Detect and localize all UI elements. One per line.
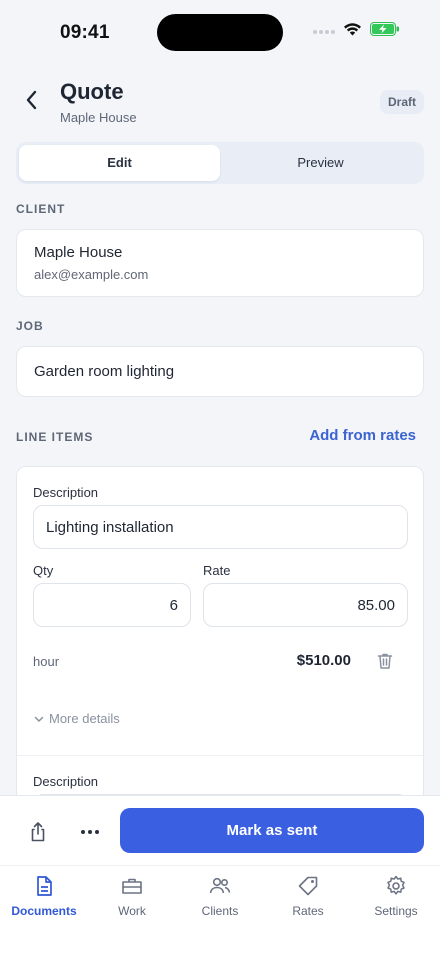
- description-input[interactable]: Lighting installation: [33, 505, 408, 549]
- line-items-section-label: LINE ITEMS: [16, 430, 94, 444]
- client-section-label: CLIENT: [16, 202, 66, 216]
- status-time: 09:41: [60, 22, 110, 43]
- add-from-rates-link[interactable]: Add from rates: [309, 427, 416, 444]
- tab-clients-label: Clients: [201, 904, 239, 918]
- more-details-label: More details: [49, 711, 120, 726]
- back-button[interactable]: [18, 86, 46, 114]
- page-subtitle: Maple House: [60, 110, 137, 125]
- tab-bar: Documents Work Clients Rates Settings: [0, 865, 440, 956]
- tab-work-label: Work: [118, 904, 146, 918]
- document-icon: [37, 876, 52, 896]
- tab-edit[interactable]: Edit: [19, 145, 220, 181]
- tag-icon: [298, 876, 318, 896]
- tab-preview[interactable]: Preview: [220, 145, 421, 181]
- job-section-label: JOB: [16, 319, 44, 333]
- tab-clients[interactable]: Clients: [176, 874, 264, 918]
- tab-settings[interactable]: Settings: [352, 874, 440, 918]
- mark-as-sent-button[interactable]: Mark as sent: [120, 808, 424, 853]
- tab-rates-label: Rates: [292, 904, 324, 918]
- more-details-toggle[interactable]: More details: [33, 711, 120, 726]
- page-title: Quote: [60, 79, 124, 104]
- tab-settings-label: Settings: [374, 904, 418, 918]
- chevron-down-icon: [34, 716, 44, 722]
- share-icon[interactable]: [26, 820, 50, 844]
- job-field[interactable]: Garden room lighting: [16, 346, 424, 397]
- qty-input[interactable]: 6: [33, 583, 191, 627]
- status-badge: Draft: [379, 90, 424, 114]
- tab-documents[interactable]: Documents: [0, 874, 88, 918]
- unit-label: hour: [33, 654, 60, 669]
- signal-icon: [313, 23, 335, 41]
- description-label: Description: [33, 485, 99, 500]
- line-total: $510.00: [296, 652, 351, 669]
- users-icon: [209, 877, 231, 894]
- status-icons: [313, 22, 400, 41]
- dynamic-island: [157, 14, 283, 51]
- briefcase-icon: [122, 878, 142, 894]
- tab-work[interactable]: Work: [88, 874, 176, 918]
- tab-rates[interactable]: Rates: [264, 874, 352, 918]
- tab-documents-label: Documents: [11, 904, 77, 918]
- action-bar: Mark as sent: [0, 795, 440, 865]
- item-divider: [17, 755, 423, 756]
- battery-charging-icon: [370, 22, 400, 41]
- chevron-left-icon: [26, 90, 37, 110]
- qty-label: Qty: [33, 563, 54, 578]
- edit-preview-segmented-control: Edit Preview: [16, 142, 424, 184]
- status-bar: 09:41: [0, 0, 440, 64]
- description-label-2: Description: [33, 774, 99, 789]
- rate-input[interactable]: 85.00: [203, 583, 408, 627]
- client-email: alex@example.com: [34, 267, 149, 282]
- more-icon[interactable]: [78, 820, 102, 844]
- line-items-card: Description Lighting installation Qty Ra…: [16, 466, 424, 826]
- wifi-icon: [343, 22, 362, 41]
- rate-label: Rate: [203, 563, 231, 578]
- client-card[interactable]: Maple House alex@example.com: [16, 229, 424, 297]
- trash-icon[interactable]: [375, 651, 395, 671]
- gear-icon: [387, 875, 405, 895]
- client-name: Maple House: [34, 244, 123, 261]
